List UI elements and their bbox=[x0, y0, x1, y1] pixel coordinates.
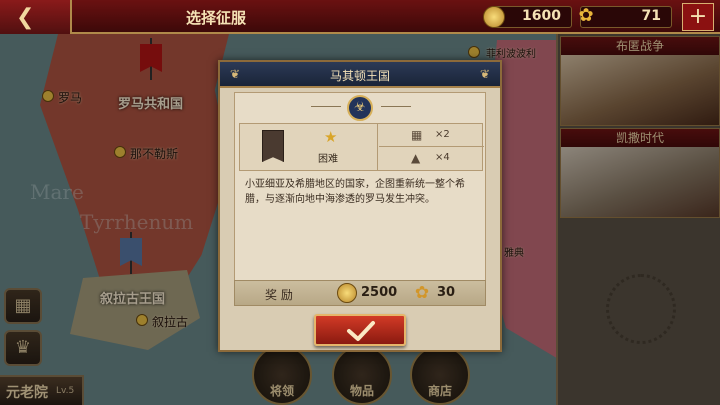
back-button[interactable]: ❮ bbox=[0, 0, 72, 34]
divider bbox=[311, 106, 341, 107]
conquest-dialog: ❦ 马其顿王国 ❦ ☣ ★ 困难 ▦ ×2 ▲ ×4 小亚细亚及希腊地区的国家，… bbox=[218, 60, 502, 352]
coin-icon bbox=[337, 283, 357, 303]
back-arrow-icon: ❮ bbox=[16, 5, 35, 30]
checkmark-icon bbox=[347, 321, 375, 341]
add-currency-button[interactable]: + bbox=[682, 3, 714, 31]
divider bbox=[381, 106, 411, 107]
top-bar: ❮ 选择征服 1600 ✿ 71 + bbox=[0, 0, 720, 34]
faction-info-left: ★ 困难 bbox=[240, 124, 378, 170]
ornament-icon: ❦ bbox=[479, 67, 490, 81]
dialog-header: ❦ 马其顿王国 ❦ bbox=[220, 62, 500, 88]
laurel-counter: ✿ 71 bbox=[578, 5, 672, 28]
laurel-icon: ✿ bbox=[414, 283, 430, 303]
faction-banner-icon bbox=[262, 130, 284, 162]
coin-count: 1600 bbox=[522, 8, 561, 24]
confirm-button[interactable] bbox=[314, 314, 406, 346]
dialog-title: 马其顿王国 bbox=[329, 69, 390, 83]
faction-info-box: ★ 困难 ▦ ×2 ▲ ×4 bbox=[239, 123, 484, 171]
coin-icon bbox=[483, 6, 505, 28]
difficulty-star-icon: ★ bbox=[324, 128, 338, 146]
difficulty-label: 困难 bbox=[318, 154, 338, 165]
stat-row-cities: ▦ ×2 bbox=[379, 124, 484, 147]
faction-emblem-icon: ☣ bbox=[347, 95, 373, 121]
reward-laurels: 30 bbox=[437, 285, 456, 300]
laurel-icon: ✿ bbox=[578, 5, 594, 26]
dialog-body: ☣ ★ 困难 ▦ ×2 ▲ ×4 小亚细亚及希腊地区的国家，企图重新统一整个希腊… bbox=[234, 92, 486, 306]
coin-counter: 1600 bbox=[483, 6, 572, 28]
reward-coins: 2500 bbox=[361, 285, 398, 300]
building-icon: ▦ bbox=[411, 128, 423, 142]
reward-bar: 奖 励 2500 ✿ 30 bbox=[234, 280, 486, 306]
stat-row-armies: ▲ ×4 bbox=[379, 147, 484, 170]
laurel-count: 71 bbox=[641, 8, 661, 24]
faction-description: 小亚细亚及希腊地区的国家，企图重新统一整个希腊，与逐渐向地中海渗透的罗马发生冲突… bbox=[245, 179, 465, 205]
stat-armies-value: ×4 bbox=[435, 152, 450, 163]
reward-label: 奖 励 bbox=[265, 288, 293, 302]
helmet-icon: ▲ bbox=[411, 151, 421, 165]
page-title: 选择征服 bbox=[186, 9, 247, 27]
stat-cities-value: ×2 bbox=[435, 129, 450, 140]
